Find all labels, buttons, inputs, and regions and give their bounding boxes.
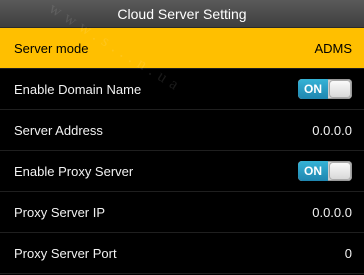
server-address-label: Server Address [14, 122, 103, 138]
proxy-server-ip-label: Proxy Server IP [14, 204, 106, 220]
toggle-on-label: ON [298, 79, 328, 99]
enable-domain-name-label: Enable Domain Name [14, 81, 142, 97]
server-address-value: 0.0.0.0 [312, 122, 352, 138]
setting-row-proxy-server-port[interactable]: Proxy Server Port 0 [0, 233, 364, 274]
toggle-knob [330, 81, 350, 97]
device-screen: Cloud Server Setting Server mode ADMS En… [0, 0, 364, 275]
window-title: Cloud Server Setting [117, 5, 247, 22]
setting-row-server-address[interactable]: Server Address 0.0.0.0 [0, 110, 364, 151]
enable-proxy-server-label: Enable Proxy Server [14, 163, 134, 179]
enable-domain-name-toggle[interactable]: ON [298, 79, 352, 99]
toggle-on-label: ON [298, 161, 328, 181]
setting-row-server-mode[interactable]: Server mode ADMS [0, 28, 364, 69]
proxy-server-port-label: Proxy Server Port [14, 245, 117, 261]
toggle-knob [330, 163, 350, 179]
setting-row-enable-proxy-server[interactable]: Enable Proxy Server ON [0, 151, 364, 192]
enable-proxy-server-toggle[interactable]: ON [298, 161, 352, 181]
title-bar: Cloud Server Setting [0, 0, 364, 28]
setting-row-enable-domain-name[interactable]: Enable Domain Name ON [0, 69, 364, 110]
server-mode-label: Server mode [14, 40, 89, 56]
server-mode-value: ADMS [314, 40, 352, 56]
proxy-server-port-value: 0 [344, 245, 352, 261]
setting-row-proxy-server-ip[interactable]: Proxy Server IP 0.0.0.0 [0, 192, 364, 233]
proxy-server-ip-value: 0.0.0.0 [312, 204, 352, 220]
